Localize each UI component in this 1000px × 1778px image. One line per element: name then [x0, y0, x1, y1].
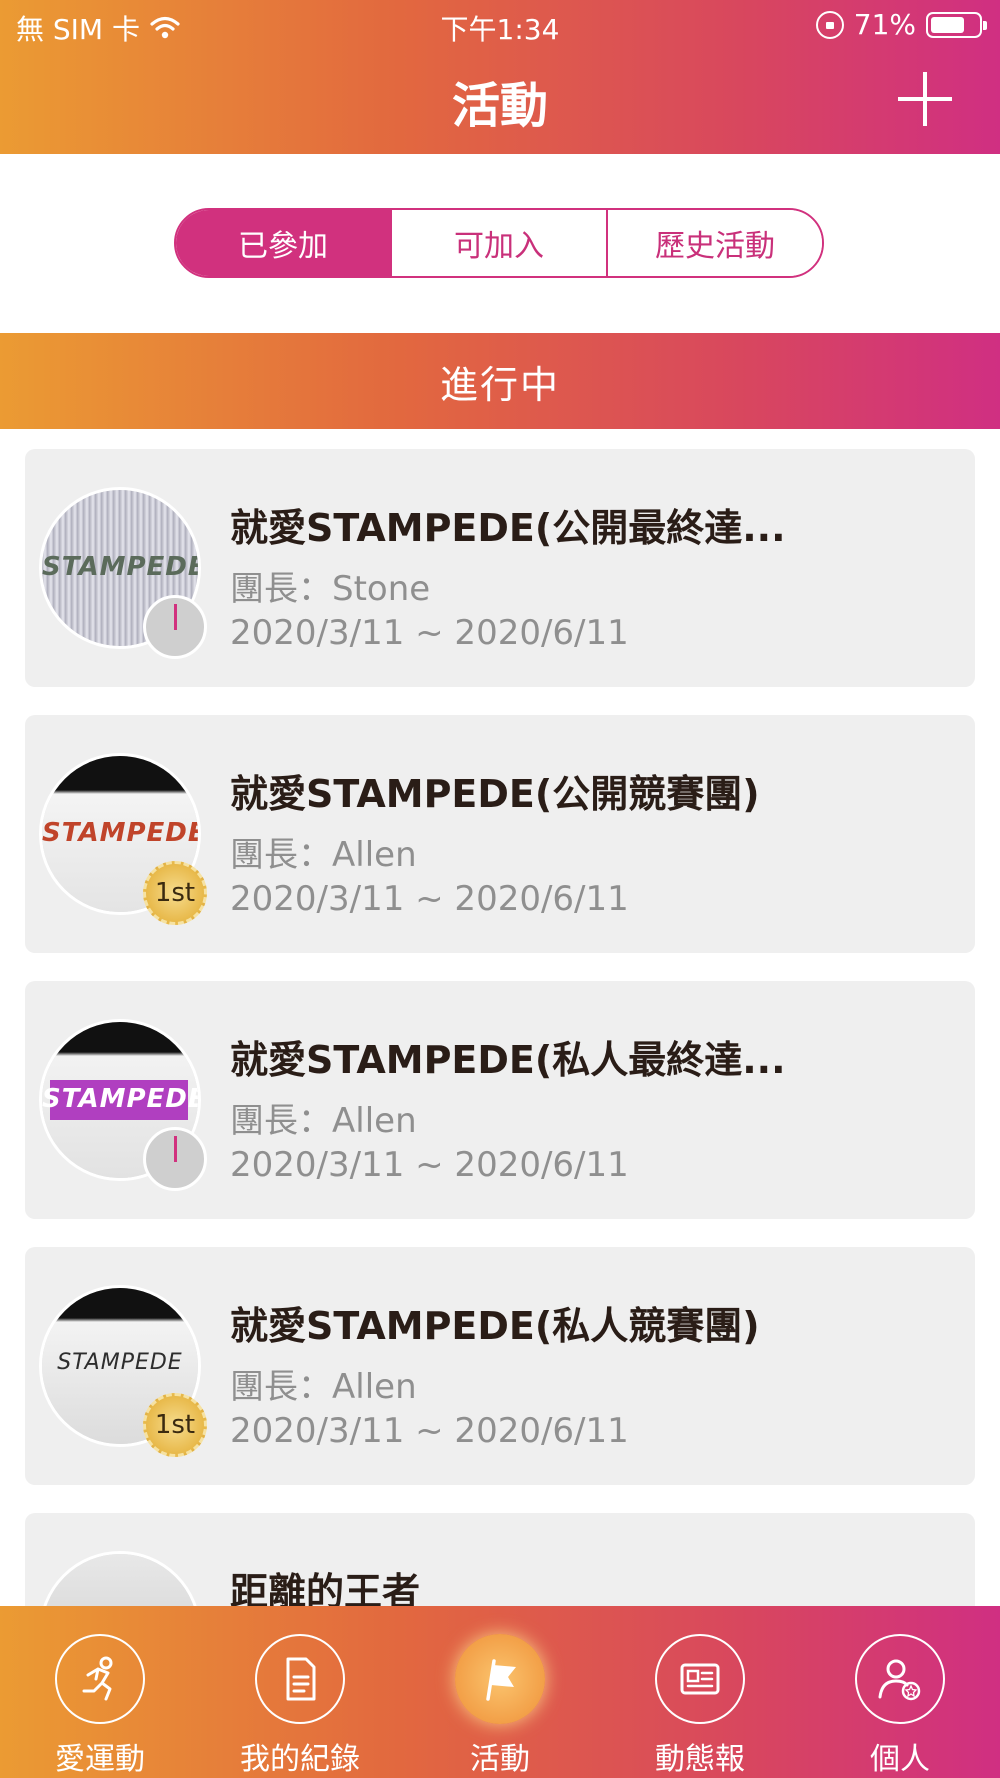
tab-activities[interactable]: 活動 — [400, 1606, 600, 1778]
orientation-lock-icon — [815, 10, 844, 39]
segment-history[interactable]: 歷史活動 — [606, 210, 822, 276]
segment-available[interactable]: 可加入 — [390, 210, 606, 276]
avatar-logo-text: STAMPEDE — [42, 1084, 201, 1114]
app-header: 無 SIM 卡 下午1:34 71% 活動 — [0, 0, 1000, 154]
avatar-logo-text: STAMPEDE — [42, 552, 201, 582]
event-name: 就愛STAMPEDE(公開競賽團) — [230, 772, 760, 816]
profile-icon — [855, 1634, 945, 1724]
section-header-in-progress: 進行中 — [0, 333, 1000, 429]
tab-love-sports[interactable]: 愛運動 — [0, 1606, 200, 1778]
flag-icon — [455, 1634, 545, 1724]
tab-label: 活動 — [470, 1742, 530, 1777]
status-right: 71% — [815, 8, 987, 41]
newspaper-icon — [655, 1634, 745, 1724]
tab-profile[interactable]: 個人 — [800, 1606, 1000, 1778]
event-card[interactable]: STAMPEDE 1st 就愛STAMPEDE(私人競賽團) 團長：Allen … — [25, 1247, 975, 1485]
bottom-tab-bar: 愛運動 我的紀錄 活動 動態報 個人 — [0, 1606, 1000, 1778]
event-card[interactable]: STAMPEDE 就愛STAMPEDE(公開最終達... 團長：Stone 20… — [25, 449, 975, 687]
avatar-logo-text: STAMPEDE — [42, 818, 201, 848]
battery-percent: 71% — [853, 8, 916, 41]
event-leader: 團長：Stone — [230, 569, 431, 609]
document-icon — [255, 1634, 345, 1724]
event-leader: 團長：Allen — [230, 1101, 417, 1141]
avatar-logo-text: STAMPEDE — [57, 1350, 183, 1375]
battery-icon — [926, 11, 987, 38]
running-icon — [55, 1634, 145, 1724]
event-dates: 2020/3/11 ~ 2020/6/11 — [230, 1411, 629, 1451]
event-card[interactable]: STAMPEDE 1st 就愛STAMPEDE(公開競賽團) 團長：Allen … — [25, 715, 975, 953]
activity-filter-segment: 已參加 可加入 歷史活動 — [174, 208, 824, 278]
event-name: 就愛STAMPEDE(私人最終達... — [230, 1038, 786, 1082]
event-name: 就愛STAMPEDE(私人競賽團) — [230, 1304, 760, 1348]
timer-icon — [143, 1127, 207, 1191]
event-leader: 團長：Allen — [230, 1367, 417, 1407]
add-activity-button[interactable] — [898, 72, 952, 126]
first-place-medal-icon: 1st — [143, 861, 207, 925]
medal-label: 1st — [154, 878, 196, 908]
event-dates: 2020/3/11 ~ 2020/6/11 — [230, 1145, 629, 1185]
medal-label: 1st — [154, 1410, 196, 1440]
tab-label: 我的紀錄 — [240, 1742, 360, 1777]
status-bar: 無 SIM 卡 下午1:34 71% — [0, 0, 1000, 50]
tab-my-records[interactable]: 我的紀錄 — [200, 1606, 400, 1778]
first-place-medal-icon: 1st — [143, 1393, 207, 1457]
timer-icon — [143, 595, 207, 659]
event-dates: 2020/3/11 ~ 2020/6/11 — [230, 613, 629, 653]
tab-label: 個人 — [870, 1742, 930, 1777]
page-title: 活動 — [451, 78, 548, 134]
event-name: 就愛STAMPEDE(公開最終達... — [230, 506, 786, 550]
tab-label: 愛運動 — [55, 1742, 145, 1777]
event-dates: 2020/3/11 ~ 2020/6/11 — [230, 879, 629, 919]
tab-label: 動態報 — [655, 1742, 745, 1777]
tab-news-feed[interactable]: 動態報 — [600, 1606, 800, 1778]
event-leader: 團長：Allen — [230, 835, 417, 875]
event-card[interactable]: STAMPEDE 就愛STAMPEDE(私人最終達... 團長：Allen 20… — [25, 981, 975, 1219]
segment-joined[interactable]: 已參加 — [176, 210, 390, 276]
battery-fill — [931, 16, 964, 33]
